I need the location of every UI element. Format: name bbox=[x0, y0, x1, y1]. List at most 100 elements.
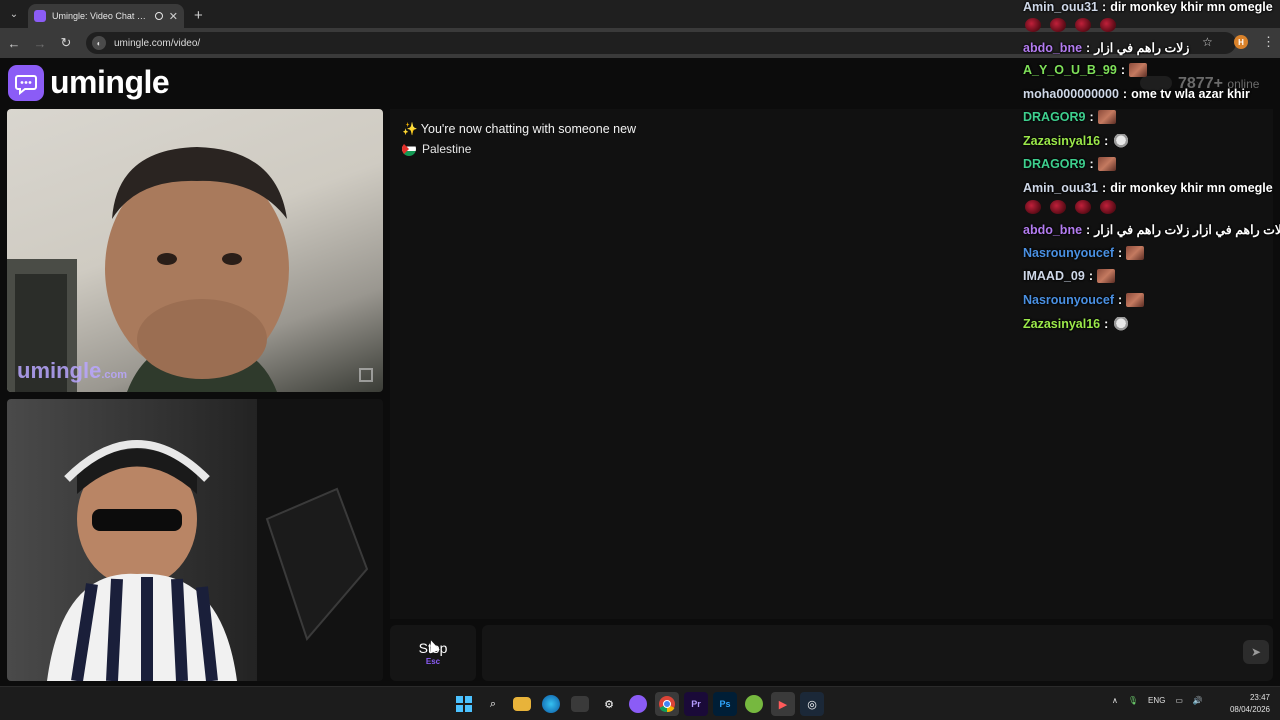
steam-icon[interactable]: ◎ bbox=[800, 692, 824, 716]
chat-app-icon[interactable] bbox=[629, 695, 647, 713]
tab-close-icon[interactable]: ✕ bbox=[169, 10, 178, 23]
overlay-chat-line: Amin_ouu31: dir monkey khir mn omegle bbox=[1023, 181, 1273, 195]
red-emote-icon bbox=[1100, 18, 1116, 32]
overlay-chat-username: Zazasinyal16 bbox=[1023, 317, 1101, 331]
overlay-chat-separator: : bbox=[1102, 181, 1107, 195]
overlay-chat-username: abdo_bne bbox=[1023, 222, 1083, 237]
overlay-chat-username: DRAGOR9 bbox=[1023, 157, 1086, 171]
overlay-chat-line: IMAAD_09: bbox=[1023, 269, 1115, 283]
chrome-browser-icon[interactable] bbox=[655, 692, 679, 716]
profile-avatar[interactable]: H bbox=[1234, 35, 1248, 49]
overlay-chat-line: Nasrounyoucef: bbox=[1023, 246, 1145, 260]
store-icon[interactable] bbox=[571, 696, 589, 712]
report-flag-icon[interactable] bbox=[359, 368, 373, 382]
overlay-chat-line: Nasrounyoucef: bbox=[1023, 293, 1145, 307]
face-emote-icon bbox=[1126, 246, 1145, 260]
umingle-page: umingle 7877+ online umingle.com ✨ You'r… bbox=[0, 58, 1280, 686]
overlay-chat-username: A_Y_O_U_B_99 bbox=[1023, 63, 1117, 77]
red-emote-icon bbox=[1075, 18, 1091, 32]
country-name: Palestine bbox=[422, 142, 472, 156]
browser-menu-icon[interactable]: ⋮ bbox=[1262, 34, 1275, 50]
overlay-chat-line: A_Y_O_U_B_99: bbox=[1023, 63, 1147, 77]
face-emote-icon bbox=[1126, 293, 1145, 307]
heart-emote-row bbox=[1025, 200, 1116, 214]
self-video-frame bbox=[47, 399, 383, 681]
logo-wordmark: umingle bbox=[50, 64, 170, 100]
stranger-country: Palestine bbox=[402, 142, 471, 156]
watermark-text: umingle bbox=[17, 358, 102, 383]
chat-bubble-logo-icon bbox=[8, 64, 44, 101]
overlay-chat-separator: : bbox=[1086, 40, 1091, 55]
overlay-chat-separator: : bbox=[1120, 63, 1125, 77]
face-emote-icon bbox=[1097, 269, 1115, 283]
forward-arrow-icon[interactable]: → bbox=[28, 31, 52, 55]
overlay-chat-line: DRAGOR9: bbox=[1023, 157, 1116, 171]
overlay-chat-text: زلات راهم في ازار bbox=[1094, 41, 1190, 55]
browser-tab-umingle[interactable]: Umingle: Video Chat with S ✕ bbox=[28, 4, 184, 28]
reload-icon[interactable]: ↻ bbox=[54, 31, 78, 55]
new-tab-plus-icon[interactable]: + bbox=[194, 7, 203, 24]
watermark-tld: .com bbox=[101, 369, 128, 381]
overlay-chat-text: زلات راهم في ازار زلات راهم في ازار bbox=[1094, 223, 1280, 237]
umingle-watermark: umingle.com bbox=[17, 358, 127, 384]
overlay-chat-separator: : bbox=[1104, 134, 1109, 148]
overlay-chat-username: Amin_ouu31 bbox=[1023, 0, 1099, 14]
overlay-chat-text: dir monkey khir mn omegle bbox=[1110, 0, 1273, 14]
clock-time: 23:47 bbox=[1249, 693, 1270, 702]
windows-taskbar: ⌕ ⚙ Pr Ps ▶ ◎ ∧ 🎙 ENG ▭ 🔊 23:47 08/04/20… bbox=[0, 686, 1280, 720]
taskbar-apps: ⌕ ⚙ Pr Ps ▶ ◎ bbox=[452, 692, 824, 716]
settings-gear-icon[interactable]: ⚙ bbox=[597, 692, 621, 716]
stop-button-shortcut: Esc bbox=[425, 657, 441, 666]
edge-browser-icon[interactable] bbox=[542, 695, 560, 713]
clock-date: 08/04/2026 bbox=[1229, 705, 1270, 714]
search-icon[interactable]: ⌕ bbox=[481, 692, 505, 716]
overlay-chat-username: Nasrounyoucef bbox=[1023, 246, 1114, 260]
overlay-chat-username: Zazasinyal16 bbox=[1023, 134, 1101, 148]
network-icon[interactable]: ▭ bbox=[1175, 696, 1183, 705]
taskbar-clock[interactable]: 23:47 08/04/2026 bbox=[1222, 692, 1270, 716]
file-explorer-icon[interactable] bbox=[513, 697, 531, 711]
utorrent-icon[interactable] bbox=[745, 695, 763, 713]
bookmark-star-icon[interactable]: ☆ bbox=[1202, 35, 1213, 49]
overlay-chat-username: abdo_bne bbox=[1023, 40, 1083, 55]
overlay-chat-text: ome tv wla azar khir bbox=[1131, 87, 1250, 101]
volume-icon[interactable]: 🔊 bbox=[1193, 696, 1203, 705]
umingle-favicon-icon bbox=[34, 10, 46, 22]
back-arrow-icon[interactable]: ← bbox=[2, 31, 26, 55]
stranger-video: umingle.com bbox=[7, 109, 383, 392]
cat-emote-icon bbox=[1112, 317, 1131, 331]
overlay-chat-separator: : bbox=[1118, 293, 1123, 307]
umingle-logo[interactable]: umingle bbox=[8, 64, 170, 101]
cat-emote-icon bbox=[1112, 134, 1131, 148]
overlay-chat-line: abdo_bne: زلات راهم في ازار زلات راهم في … bbox=[1023, 222, 1280, 238]
message-input[interactable] bbox=[482, 625, 1273, 681]
overlay-chat-separator: : bbox=[1086, 222, 1091, 237]
overlay-chat-username: IMAAD_09 bbox=[1023, 269, 1085, 283]
stranger-video-frame bbox=[7, 147, 289, 392]
address-url: umingle.com/video/ bbox=[114, 37, 201, 49]
photoshop-icon[interactable]: Ps bbox=[713, 692, 737, 716]
overlay-chat-line: Zazasinyal16: bbox=[1023, 134, 1131, 148]
system-tray: ∧ 🎙 ENG ▭ 🔊 bbox=[1112, 696, 1203, 705]
overlay-chat-username: Nasrounyoucef bbox=[1023, 293, 1114, 307]
self-video bbox=[7, 399, 383, 681]
stop-button[interactable]: Stop Esc bbox=[390, 625, 476, 681]
red-emote-icon bbox=[1075, 200, 1091, 214]
red-emote-icon bbox=[1025, 18, 1041, 32]
overlay-chat-text: dir monkey khir mn omegle bbox=[1110, 181, 1273, 195]
overlay-chat-username: Amin_ouu31 bbox=[1023, 181, 1099, 195]
media-player-icon[interactable]: ▶ bbox=[771, 692, 795, 716]
premiere-pro-icon[interactable]: Pr bbox=[684, 692, 708, 716]
red-emote-icon bbox=[1050, 18, 1066, 32]
windows-start-icon[interactable] bbox=[452, 692, 476, 716]
overlay-chat-line: abdo_bne: زلات راهم في ازار bbox=[1023, 40, 1190, 56]
face-emote-icon bbox=[1097, 110, 1116, 124]
language-indicator[interactable]: ENG bbox=[1148, 696, 1165, 705]
tab-search-chevron-icon[interactable]: ⌄ bbox=[4, 4, 24, 24]
microphone-icon[interactable]: 🎙 bbox=[1128, 696, 1138, 705]
tray-chevron-up-icon[interactable]: ∧ bbox=[1112, 696, 1118, 705]
overlay-chat-separator: : bbox=[1089, 157, 1094, 171]
red-emote-icon bbox=[1025, 200, 1041, 214]
site-info-icon[interactable]: ◐ bbox=[92, 36, 106, 50]
send-arrow-icon[interactable]: ➤ bbox=[1243, 640, 1269, 664]
